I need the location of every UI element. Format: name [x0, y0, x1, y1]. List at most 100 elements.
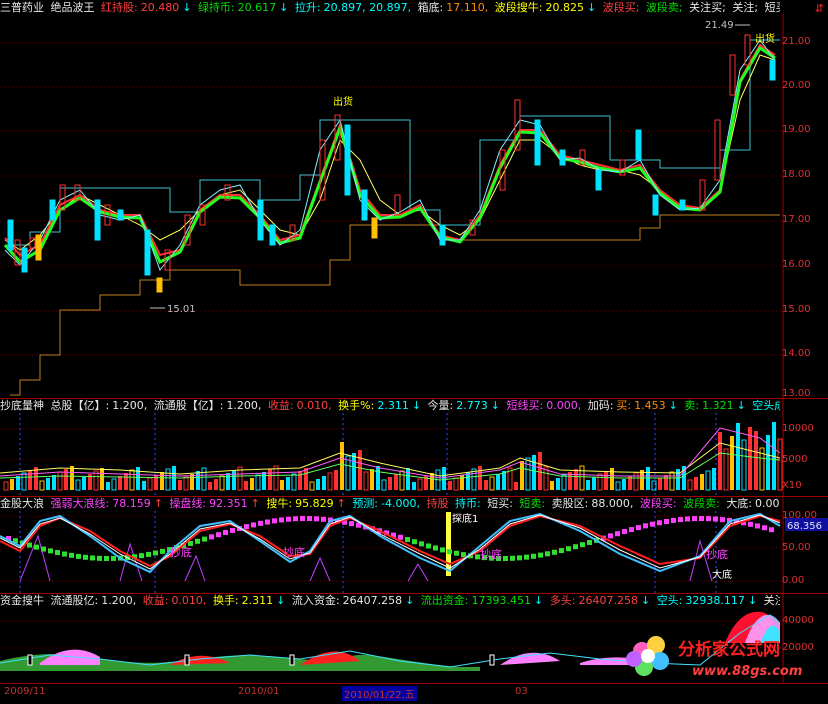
volume-bar	[712, 468, 716, 490]
signal-marker	[755, 523, 760, 529]
volume-bar	[255, 474, 261, 491]
volume-bar	[345, 455, 351, 491]
signal-marker	[146, 551, 151, 557]
signal-marker	[769, 527, 774, 533]
volume-bar	[52, 475, 56, 490]
signal-marker	[587, 540, 592, 546]
price-axis-label: 21.00	[782, 36, 811, 47]
volume-bar	[16, 476, 20, 490]
signal-marker	[503, 555, 508, 561]
volume-bar	[448, 481, 452, 490]
signal-marker	[685, 516, 690, 522]
volume-bar	[622, 479, 626, 490]
watermark-url: www.88gs.com	[692, 664, 802, 679]
volume-bar	[694, 477, 698, 490]
volume-bar	[574, 469, 578, 490]
volume-bar	[664, 475, 668, 490]
volume-bar	[219, 475, 225, 491]
volume-bar	[75, 479, 81, 491]
time-label: 03	[515, 686, 528, 697]
time-axis[interactable]: 2009/11 2010/01 2010/01/22,五 03	[0, 683, 828, 704]
signal-marker	[48, 548, 53, 554]
signal-marker	[678, 517, 683, 523]
volume-bar	[100, 468, 104, 490]
high-price-label: 21.49	[705, 20, 734, 31]
volume-bar	[232, 470, 236, 490]
volume-bar	[190, 474, 194, 490]
ship-signal-2: 出货	[755, 32, 775, 45]
signal-marker	[55, 550, 60, 556]
price-panel[interactable]: 三普药业 绝品波王 红持股: 20.480 ↓ 绿持币: 20.617 ↓ 拉升: 20.…	[0, 0, 828, 399]
candlestick-chart[interactable]: 15.01 21.49 出货 出货	[0, 0, 828, 398]
signal-marker	[272, 518, 277, 524]
volume-bar	[280, 480, 284, 490]
volume-bar	[399, 470, 405, 491]
volume-bar	[640, 470, 644, 490]
volume-bar	[406, 468, 410, 490]
signal-marker	[720, 517, 725, 523]
selected-date[interactable]: 2010/01/22,五	[342, 686, 417, 701]
signal-marker	[615, 531, 620, 537]
time-label: 2009/11	[4, 686, 46, 697]
price-axis-label: 17.00	[782, 214, 811, 225]
signal-marker	[440, 547, 445, 553]
signal-marker	[27, 542, 32, 548]
signal-marker	[454, 550, 459, 556]
signal-marker	[636, 525, 641, 531]
volume-chart[interactable]	[0, 398, 828, 496]
volume-bar	[532, 455, 536, 490]
volume-bar	[597, 473, 603, 491]
volume-bar	[316, 479, 320, 490]
volume-bar	[412, 482, 416, 490]
signal-marker	[111, 555, 116, 561]
volume-bar	[183, 476, 189, 491]
signal-marker	[223, 530, 228, 536]
oscillator-axis-label: 50.00	[782, 542, 811, 553]
bottom-signal-1: 抄底	[170, 545, 192, 559]
big-bottom-signal: 大底	[712, 568, 732, 581]
oscillator-panel[interactable]: 金股大浪 强弱大浪线: 78.159 ↑ 操盘线: 92.351 ↑ 搜牛: 95.829…	[0, 496, 828, 593]
volume-bar	[3, 481, 9, 491]
signal-marker	[265, 519, 270, 525]
probe-bottom-label: 探底1	[452, 512, 478, 525]
volume-bar	[453, 477, 459, 491]
signal-marker	[608, 533, 613, 539]
volume-bar	[309, 481, 315, 491]
volume-bar	[21, 472, 27, 491]
signal-marker	[524, 554, 529, 560]
volume-bar	[244, 481, 248, 490]
signal-marker	[748, 521, 753, 527]
volume-bar	[262, 472, 266, 490]
volume-bar	[718, 432, 722, 490]
volume-bar	[586, 480, 590, 490]
volume-bar	[669, 471, 675, 491]
volume-axis-label: 5000	[782, 454, 808, 465]
volume-bar	[327, 472, 333, 491]
signal-marker	[699, 516, 704, 522]
volume-bar	[514, 482, 518, 490]
volume-bar	[496, 474, 500, 490]
volume-bar	[93, 470, 99, 491]
signal-marker	[545, 551, 550, 557]
signal-marker	[230, 527, 235, 533]
price-axis-label: 15.00	[782, 304, 811, 315]
signal-marker	[321, 516, 326, 522]
volume-bar	[165, 468, 171, 491]
volume-bar	[250, 478, 254, 490]
volume-bar	[147, 477, 153, 491]
volume-bar	[129, 469, 135, 491]
volume-bar	[124, 473, 128, 490]
volume-bar	[28, 470, 32, 490]
price-axis-label: 20.00	[782, 80, 811, 91]
price-axis-label: 19.00	[782, 124, 811, 135]
signal-marker	[629, 527, 634, 533]
volume-bar	[10, 479, 14, 490]
signal-marker	[433, 545, 438, 551]
oscillator-chart[interactable]: 68.356 探底1 大底 抄底 抄底 抄底 抄底	[0, 496, 828, 593]
volume-panel[interactable]: 抄底量神 总股【亿】: 1.200, 流通股【亿】: 1.200, 收益: 0.010…	[0, 398, 828, 496]
flower-icon	[626, 636, 669, 676]
volume-bar	[286, 477, 290, 490]
signal-marker	[90, 555, 95, 561]
volume-bar	[273, 465, 279, 491]
volume-bar	[556, 478, 560, 490]
